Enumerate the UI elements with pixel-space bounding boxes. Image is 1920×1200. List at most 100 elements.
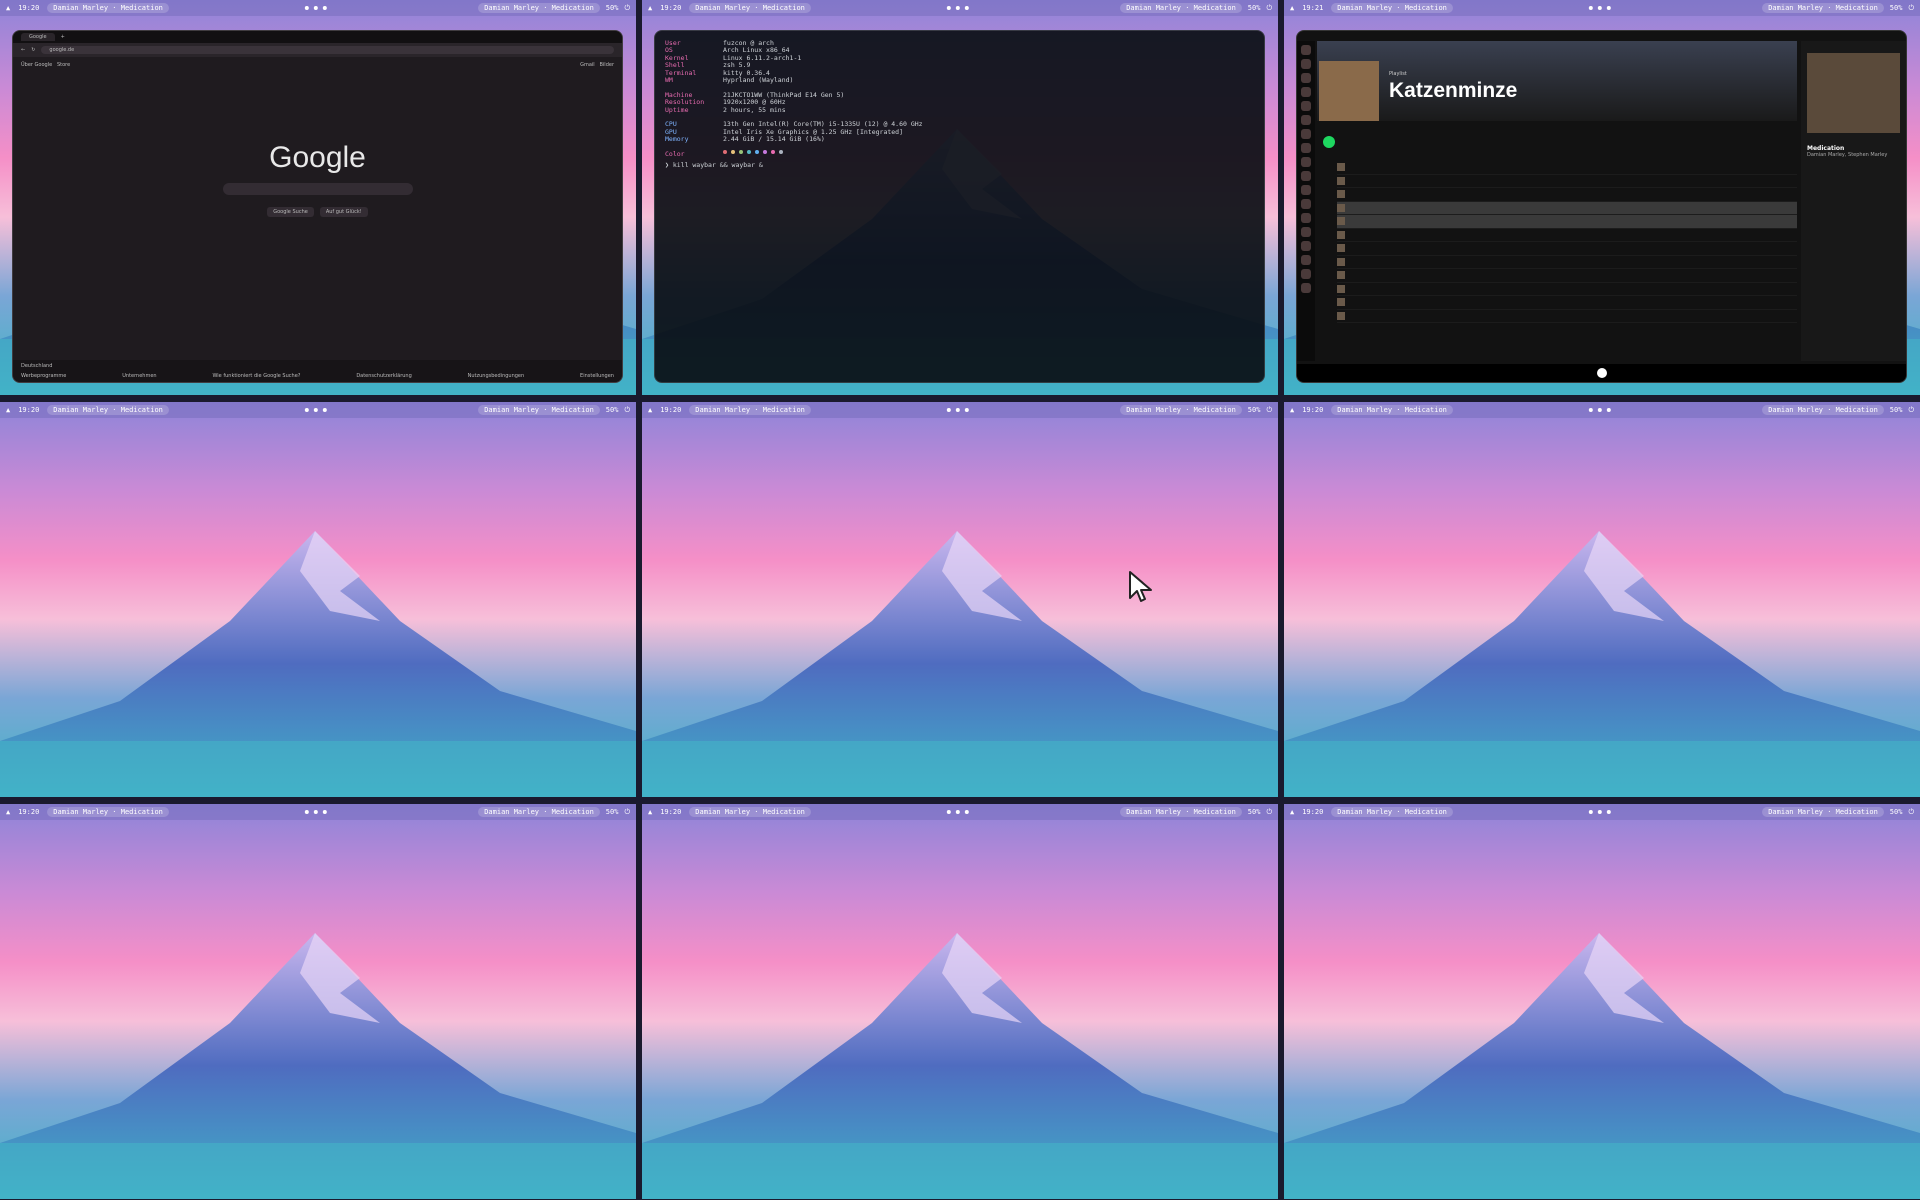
store-link[interactable]: Store xyxy=(57,62,70,68)
gmail-link[interactable]: Gmail xyxy=(580,62,595,68)
track-row[interactable] xyxy=(1337,175,1797,188)
footer-link[interactable]: Werbeprogramme xyxy=(21,373,66,379)
power-icon[interactable]: ⏻ xyxy=(1266,4,1272,13)
library-item[interactable] xyxy=(1301,157,1311,167)
prompt-line[interactable]: ❯ kill waybar && waybar & xyxy=(665,161,1254,169)
track-row[interactable] xyxy=(1337,229,1797,242)
about-link[interactable]: Über Google xyxy=(21,62,52,68)
images-link[interactable]: Bilder xyxy=(599,62,614,68)
arch-logo-icon[interactable]: ▲ xyxy=(648,808,652,816)
spotify-window[interactable]: Playlist Katzenminze Medication Damian Marl… xyxy=(1296,30,1907,383)
workspace-dots[interactable] xyxy=(946,6,969,10)
now-playing[interactable]: Damian Marley · Medication xyxy=(689,807,811,817)
arch-logo-icon[interactable]: ▲ xyxy=(648,406,652,414)
terminal-window[interactable]: User fuzcon @ arch OS Arch Linux x86_64 Kern… xyxy=(654,30,1265,383)
google-search-button[interactable]: Google Suche xyxy=(267,207,314,217)
workspace-dots[interactable] xyxy=(946,810,969,814)
track-row[interactable] xyxy=(1337,201,1797,215)
track-row[interactable] xyxy=(1337,215,1797,229)
power-icon[interactable]: ⏻ xyxy=(1908,4,1914,13)
media-info[interactable]: Damian Marley · Medication xyxy=(1762,3,1884,13)
library-item[interactable] xyxy=(1301,171,1311,181)
now-playing[interactable]: Damian Marley · Medication xyxy=(47,405,169,415)
address-bar[interactable]: google.de xyxy=(41,46,614,54)
power-icon[interactable]: ⏻ xyxy=(1266,808,1272,817)
search-input[interactable] xyxy=(223,183,413,195)
power-icon[interactable]: ⏻ xyxy=(624,4,630,13)
library-item[interactable] xyxy=(1301,87,1311,97)
arch-logo-icon[interactable]: ▲ xyxy=(1290,808,1294,816)
power-icon[interactable]: ⏻ xyxy=(624,406,630,415)
workspace-1[interactable]: ▲ 19:20 Damian Marley · Medication Damian M… xyxy=(0,0,636,395)
library-item[interactable] xyxy=(1301,129,1311,139)
arch-logo-icon[interactable]: ▲ xyxy=(6,406,10,414)
track-row[interactable] xyxy=(1337,161,1797,175)
workspace-dots[interactable] xyxy=(1588,6,1611,10)
power-icon[interactable]: ⏻ xyxy=(1908,406,1914,415)
reload-icon[interactable]: ↻ xyxy=(31,47,35,53)
library-item[interactable] xyxy=(1301,143,1311,153)
library-item[interactable] xyxy=(1301,213,1311,223)
side-artist[interactable]: Damian Marley, Stephen Marley xyxy=(1801,152,1906,158)
library-item[interactable] xyxy=(1301,73,1311,83)
now-playing[interactable]: Damian Marley · Medication xyxy=(1331,405,1453,415)
workspace-2[interactable]: ▲ 19:20 Damian Marley · Medication Damian M… xyxy=(642,0,1278,395)
workspace-5[interactable]: ▲ 19:20 Damian Marley · Medication Damian M… xyxy=(642,402,1278,797)
library-item[interactable] xyxy=(1301,115,1311,125)
workspace-dots[interactable] xyxy=(1588,408,1611,412)
browser-tab[interactable]: Google xyxy=(21,33,55,41)
track-row[interactable] xyxy=(1337,256,1797,269)
now-playing[interactable]: Damian Marley · Medication xyxy=(47,3,169,13)
media-info[interactable]: Damian Marley · Medication xyxy=(478,3,600,13)
new-tab-icon[interactable]: + xyxy=(61,34,65,40)
now-playing[interactable]: Damian Marley · Medication xyxy=(1331,807,1453,817)
track-row[interactable] xyxy=(1337,269,1797,283)
library-item[interactable] xyxy=(1301,283,1311,293)
library-item[interactable] xyxy=(1301,255,1311,265)
library-item[interactable] xyxy=(1301,199,1311,209)
media-info[interactable]: Damian Marley · Medication xyxy=(1120,3,1242,13)
back-icon[interactable]: ← xyxy=(21,47,25,53)
power-icon[interactable]: ⏻ xyxy=(1908,808,1914,817)
track-row[interactable] xyxy=(1337,310,1797,323)
library-item[interactable] xyxy=(1301,59,1311,69)
media-info[interactable]: Damian Marley · Medication xyxy=(1762,405,1884,415)
track-row[interactable] xyxy=(1337,242,1797,256)
footer-link[interactable]: Einstellungen xyxy=(580,373,614,379)
now-playing[interactable]: Damian Marley · Medication xyxy=(1331,3,1453,13)
footer-link[interactable]: Datenschutzerklärung xyxy=(356,373,411,379)
track-row[interactable] xyxy=(1337,283,1797,296)
workspace-6[interactable]: ▲ 19:20 Damian Marley · Medication Damian M… xyxy=(1284,402,1920,797)
workspace-dots[interactable] xyxy=(304,408,327,412)
library-item[interactable] xyxy=(1301,269,1311,279)
power-icon[interactable]: ⏻ xyxy=(624,808,630,817)
workspace-8[interactable]: ▲ 19:20 Damian Marley · Medication Damian M… xyxy=(642,804,1278,1199)
workspace-7[interactable]: ▲ 19:20 Damian Marley · Medication Damian M… xyxy=(0,804,636,1199)
arch-logo-icon[interactable]: ▲ xyxy=(6,4,10,12)
now-playing[interactable]: Damian Marley · Medication xyxy=(47,807,169,817)
footer-link[interactable]: Nutzungsbedingungen xyxy=(468,373,525,379)
play-button[interactable] xyxy=(1323,136,1335,148)
media-info[interactable]: Damian Marley · Medication xyxy=(478,807,600,817)
footer-link[interactable]: Wie funktioniert die Google Suche? xyxy=(212,373,300,379)
media-info[interactable]: Damian Marley · Medication xyxy=(1120,405,1242,415)
library-item[interactable] xyxy=(1301,45,1311,55)
track-row[interactable] xyxy=(1337,188,1797,202)
footer-link[interactable]: Unternehmen xyxy=(122,373,156,379)
workspace-dots[interactable] xyxy=(304,6,327,10)
arch-logo-icon[interactable]: ▲ xyxy=(1290,406,1294,414)
workspace-4[interactable]: ▲ 19:20 Damian Marley · Medication Damian M… xyxy=(0,402,636,797)
arch-logo-icon[interactable]: ▲ xyxy=(6,808,10,816)
library-item[interactable] xyxy=(1301,101,1311,111)
media-info[interactable]: Damian Marley · Medication xyxy=(478,405,600,415)
workspace-dots[interactable] xyxy=(1588,810,1611,814)
now-playing[interactable]: Damian Marley · Medication xyxy=(689,3,811,13)
workspace-3[interactable]: ▲ 19:21 Damian Marley · Medication Damian M… xyxy=(1284,0,1920,395)
library-item[interactable] xyxy=(1301,185,1311,195)
workspace-dots[interactable] xyxy=(946,408,969,412)
workspace-dots[interactable] xyxy=(304,810,327,814)
lucky-button[interactable]: Auf gut Glück! xyxy=(319,207,368,217)
library-item[interactable] xyxy=(1301,227,1311,237)
now-playing[interactable]: Damian Marley · Medication xyxy=(689,405,811,415)
workspace-9[interactable]: ▲ 19:20 Damian Marley · Medication Damian M… xyxy=(1284,804,1920,1199)
